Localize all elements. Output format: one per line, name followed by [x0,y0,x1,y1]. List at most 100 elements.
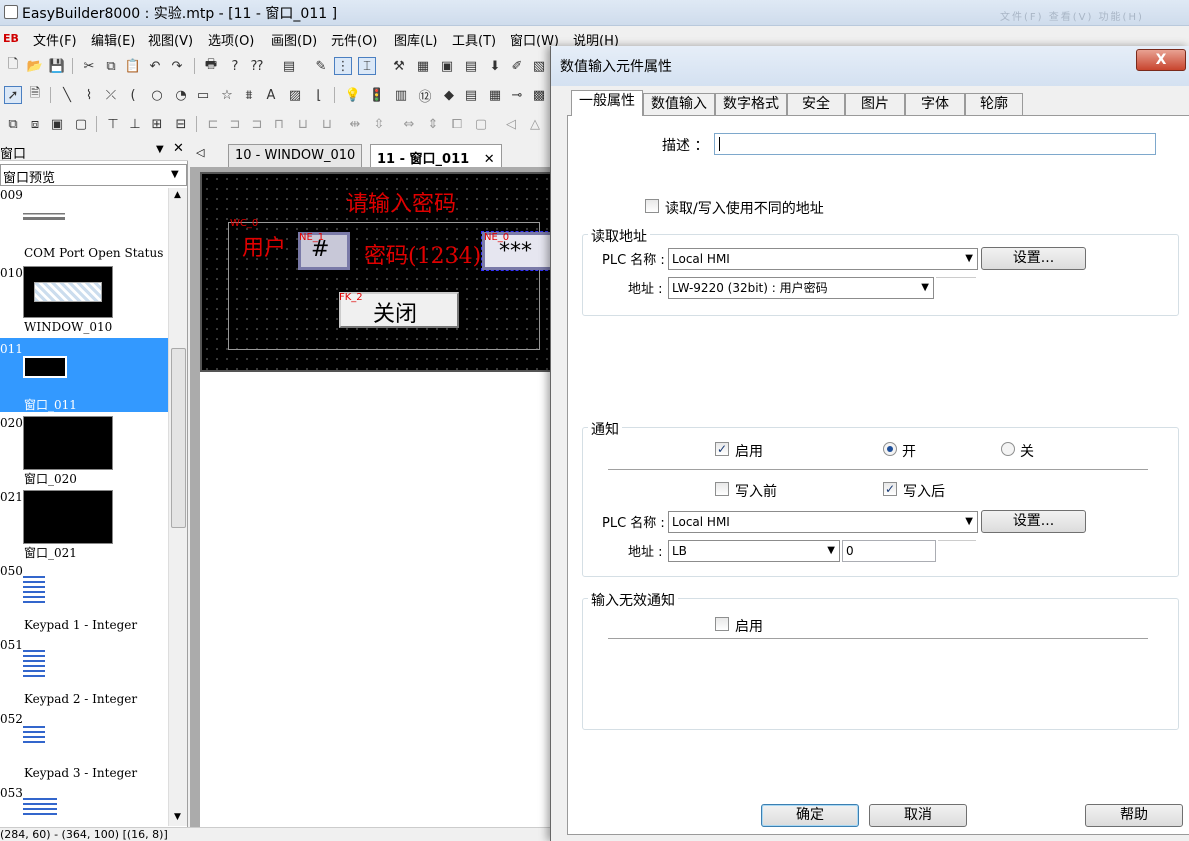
cancel-button[interactable]: 取消 [869,804,967,827]
notify-plc-name-select[interactable]: Local HMI ▼ [668,511,978,533]
list-item[interactable]: 010 WINDOW_010 [0,262,168,336]
list-item[interactable]: 052 Keypad 3 - Integer [0,710,168,784]
notify-off-radio[interactable] [1001,442,1015,456]
tab-picture[interactable]: 图片 [845,93,905,115]
text-icon[interactable]: A [262,86,280,104]
scroll-down-icon[interactable]: ▼ [174,812,181,822]
align-right-icon[interactable]: ⊐ [248,115,266,133]
properties-icon[interactable]: 🗎 [26,86,44,104]
redo-icon[interactable]: ↷ [168,57,186,75]
scrollbar-thumb[interactable] [171,348,186,528]
pen-icon[interactable]: ✎ [312,57,330,75]
notify-settings-button[interactable]: 设置... [981,510,1086,533]
bit-lamp-icon[interactable]: 💡 [344,86,362,104]
rw-different-address-checkbox[interactable] [645,199,659,213]
align-top2-icon[interactable]: ⊓ [270,115,288,133]
same-size-icon[interactable]: ⧠ [448,115,466,133]
notify-device-type-select[interactable]: LB ▼ [668,540,840,562]
notify-enable-checkbox[interactable]: ✓ [715,442,729,456]
polyline-icon[interactable]: ⌇ [80,86,98,104]
tab-window-011[interactable]: 11 - 窗口_011 ✕ [370,144,502,167]
preview-mode-dropdown[interactable]: 窗口预览 ▼ [0,164,187,186]
bit-switch-icon[interactable]: ▥ [392,86,410,104]
tab-scroll-left-icon[interactable]: ◁ [196,146,204,159]
menu-tools[interactable]: 工具(T) [452,30,496,49]
paste-icon[interactable]: 📋 [124,57,142,75]
window-011-preview[interactable]: 请输入密码 WC_0 用户 # NE_1 密码(1234) *** NE_0 关… [200,172,558,372]
tools-icon[interactable]: ⚒ [390,57,408,75]
help-button[interactable]: 帮助 [1085,804,1183,827]
list-item[interactable]: 053 [0,784,168,824]
same-width-icon[interactable]: ⇔ [400,115,418,133]
align-left-icon[interactable]: ⊏ [204,115,222,133]
bring-front-icon[interactable]: ▣ [48,115,66,133]
open-folder-icon[interactable]: 📂 [26,57,44,75]
list-item[interactable]: 020 窗口_020 [0,414,168,488]
dialog-close-button[interactable]: X [1136,49,1186,71]
copy-icon[interactable]: ⧉ [102,57,120,75]
same-height-icon[interactable]: ⇕ [424,115,442,133]
pie-icon[interactable]: ◔ [172,86,190,104]
tab-security[interactable]: 安全 [787,93,845,115]
numeric-display-icon[interactable]: ⑫ [416,86,434,105]
offline-sim-icon[interactable]: ▣ [438,57,456,75]
edit-icon[interactable]: ✐ [508,57,526,75]
snap-icon[interactable]: ⌶ [358,57,376,75]
ascii-icon[interactable]: ▦ [486,86,504,104]
numeric-input-icon[interactable]: ▤ [462,86,480,104]
online-sim-icon[interactable]: ▤ [462,57,480,75]
arc-icon[interactable]: ( [124,86,142,104]
design-canvas[interactable]: 请输入密码 WC_0 用户 # NE_1 密码(1234) *** NE_0 关… [190,167,558,827]
scale-icon[interactable]: ⩩ [240,86,258,104]
function-key-icon[interactable]: ◆ [440,86,458,104]
distribute-v-icon[interactable]: ⇳ [370,115,388,133]
picture-icon[interactable]: ▨ [286,86,304,104]
rotate-right-icon[interactable]: △ [526,115,544,133]
ok-button[interactable]: 确定 [761,804,859,827]
print-icon[interactable]: 🖶 [202,57,220,75]
read-settings-button[interactable]: 设置... [981,247,1086,270]
panel-close-icon[interactable]: ✕ [173,141,184,156]
read-plc-name-select[interactable]: Local HMI ▼ [668,248,978,270]
align-bottom2-icon[interactable]: ⊔ [318,115,336,133]
tab-window-010[interactable]: 10 - WINDOW_010 [228,144,363,167]
new-file-icon[interactable]: 🗋 [4,57,22,75]
dialog-title-bar[interactable]: 数值输入元件属性 X [551,46,1189,86]
menu-file[interactable]: 文件(F) [33,30,77,49]
multistate-lamp-icon[interactable]: 🚦 [368,86,386,104]
rectangle-icon[interactable]: ▭ [194,86,212,104]
counter-icon[interactable]: ▩ [530,86,548,104]
download-icon[interactable]: ⬇ [486,57,504,75]
tab-font[interactable]: 字体 [905,93,965,115]
distribute-h-icon[interactable]: ⇹ [346,115,364,133]
list-item[interactable]: 050 Keypad 1 - Integer [0,562,168,636]
panel-menu-chevron-icon[interactable]: ▼ [156,144,164,155]
panel-scrollbar[interactable]: ▲ ▼ [168,188,187,826]
align-bottom-icon[interactable]: ⊥ [126,115,144,133]
compile-icon[interactable]: ▦ [414,57,432,75]
undo-icon[interactable]: ↶ [146,57,164,75]
help-question-icon[interactable]: ? [226,57,244,75]
list-item[interactable]: 051 Keypad 2 - Integer [0,636,168,710]
menu-options[interactable]: 选项(O) [208,30,254,49]
align-hcenter-icon[interactable]: ⊐ [226,115,244,133]
list-item[interactable]: 009 [0,188,168,224]
after-write-checkbox[interactable]: ✓ [883,482,897,496]
read-address-select[interactable]: LW-9220 (32bit) : 用户密码 ▼ [668,277,934,299]
notify-address-input[interactable]: 0 [842,540,936,562]
frame-icon[interactable]: ⌊ [310,86,328,104]
star-icon[interactable]: ☆ [218,86,236,104]
curve-icon[interactable]: ⤫ [102,86,120,104]
slider-icon[interactable]: ⊸ [508,86,526,104]
object-list-icon[interactable]: ▤ [280,57,298,75]
list-item[interactable]: 021 窗口_021 [0,488,168,562]
send-back-icon[interactable]: ▢ [72,115,90,133]
menu-edit[interactable]: 编辑(E) [91,30,135,49]
invalid-enable-checkbox[interactable] [715,617,729,631]
tab-numeric-input[interactable]: 数值输入 [643,93,715,115]
image-icon[interactable]: ▧ [530,57,548,75]
tab-general[interactable]: 一般属性 [571,90,643,116]
canvas-blank-area[interactable] [200,372,555,827]
make-square-icon[interactable]: ▢ [472,115,490,133]
tab-numeric-format[interactable]: 数字格式 [715,93,787,115]
